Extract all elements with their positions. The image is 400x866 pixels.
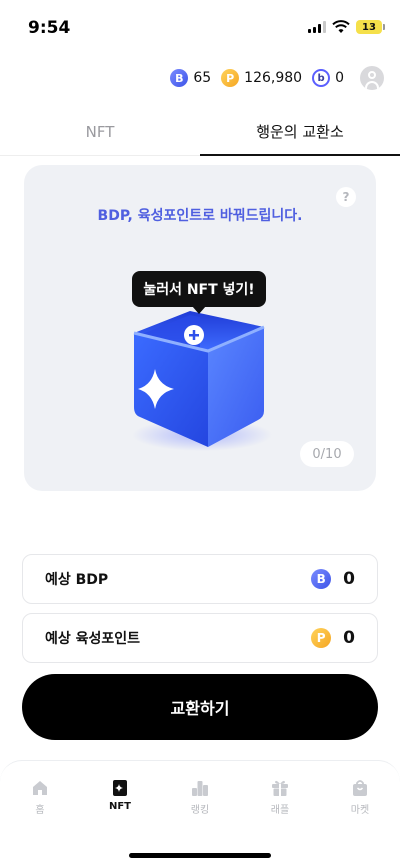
nav-home-label: 홈: [35, 805, 45, 816]
nft-icon: [113, 780, 127, 796]
bdp-coin-icon: B: [311, 569, 332, 589]
b-balance-value: 0: [335, 70, 344, 86]
tab-nft[interactable]: NFT: [0, 108, 200, 156]
battery-icon: 13: [356, 20, 385, 34]
expected-point-label: 예상 육성포인트: [45, 631, 141, 647]
nav-nft-label: NFT: [108, 801, 132, 812]
insert-nft-tooltip: 눌러서 NFT 넣기!: [132, 271, 266, 314]
expected-point-row: 예상 육성포인트 P 0: [22, 613, 378, 663]
wifi-icon: [332, 20, 350, 33]
point-balance-value: 126,980: [244, 70, 303, 86]
shop-icon: [353, 780, 367, 796]
nav-ranking-label: 랭킹: [190, 805, 210, 816]
point-coin-icon: P: [311, 628, 332, 648]
bottom-nav: 홈 NFT 랭킹 래플 마켓: [0, 760, 400, 866]
b-coin-icon: b: [312, 69, 331, 87]
nav-ranking[interactable]: 랭킹: [160, 779, 240, 821]
bdp-balance-value: 65: [193, 70, 212, 86]
help-icon[interactable]: ?: [336, 187, 356, 207]
profile-avatar-icon[interactable]: [360, 66, 384, 90]
expected-point-value: 0: [343, 628, 355, 648]
ranking-icon: [192, 781, 208, 796]
expected-bdp-row: 예상 BDP B 0: [22, 554, 378, 604]
points-bar: B 65 P 126,980 b 0: [160, 64, 384, 92]
exchange-button[interactable]: 교환하기: [22, 674, 378, 740]
nav-raffle[interactable]: 래플: [240, 779, 320, 821]
tab-lucky-exchange[interactable]: 행운의 교환소: [200, 108, 400, 156]
home-indicator: [129, 853, 271, 858]
nav-raffle-label: 래플: [270, 805, 290, 816]
gift-icon: [272, 780, 288, 796]
home-icon: [33, 781, 47, 795]
tab-bar: NFT 행운의 교환소: [0, 108, 400, 156]
nft-count-badge: 0/10: [300, 441, 354, 467]
nft-box[interactable]: [120, 305, 290, 455]
bdp-coin-icon: B: [170, 69, 189, 87]
status-icons: 13: [308, 20, 385, 34]
signal-icon: [308, 21, 326, 33]
expected-bdp-value: 0: [343, 569, 355, 589]
status-bar: 9:54 13: [0, 0, 400, 52]
nav-home[interactable]: 홈: [0, 779, 80, 821]
exchange-description: BDP, 육성포인트로 바꿔드립니다.: [97, 208, 303, 224]
b-balance[interactable]: b 0: [312, 69, 344, 87]
exchange-card: BDP, 육성포인트로 바꿔드립니다. ? 눌러서 NFT 넣기! 0/10: [24, 165, 376, 491]
point-balance[interactable]: P 126,980: [221, 69, 302, 87]
nav-market[interactable]: 마켓: [320, 779, 400, 821]
nav-market-label: 마켓: [350, 805, 370, 816]
nft-box-icon: [132, 311, 272, 451]
expected-bdp-label: 예상 BDP: [45, 572, 109, 588]
status-time: 9:54: [28, 18, 71, 38]
bdp-balance[interactable]: B 65: [170, 69, 211, 87]
point-coin-icon: P: [221, 69, 240, 87]
nav-nft[interactable]: NFT: [80, 779, 160, 821]
